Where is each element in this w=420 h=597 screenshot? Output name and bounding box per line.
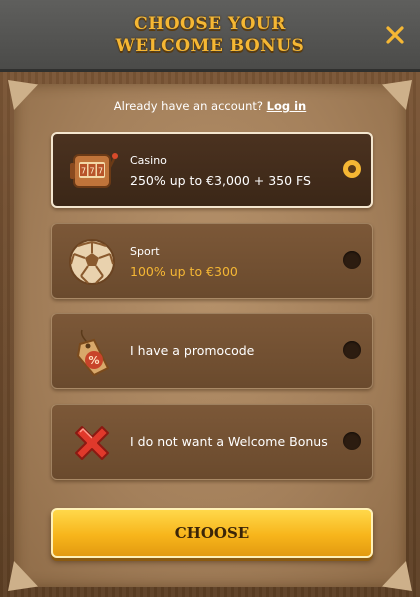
choose-button[interactable]: CHOOSE (51, 508, 373, 558)
login-prompt-text: Already have an account? (113, 99, 263, 113)
bonus-option-sport[interactable]: Sport 100% up to €300 (51, 223, 373, 299)
option-bonus-text: 250% up to €3,000 + 350 FS (130, 173, 311, 188)
svg-text:7: 7 (89, 167, 94, 176)
option-category-label: Sport (130, 245, 160, 258)
option-label: I have a promocode (130, 343, 255, 358)
radio-button-selected[interactable] (343, 160, 361, 178)
title-line-1: CHOOSE YOUR (134, 14, 286, 34)
slot-machine-icon: 7 7 7 (70, 153, 118, 188)
bonus-option-no-bonus[interactable]: I do not want a Welcome Bonus (51, 404, 373, 480)
radio-button[interactable] (343, 251, 361, 269)
radio-button[interactable] (343, 432, 361, 450)
option-bonus-text: 100% up to €300 (130, 264, 238, 279)
modal-title: CHOOSE YOUR WELCOME BONUS (60, 13, 360, 57)
login-prompt-line: Already have an account? Log in (0, 99, 420, 113)
price-tag-icon: % (76, 329, 110, 377)
bonus-option-casino[interactable]: 7 7 7 Casino 250% up to €3,000 + 350 FS (51, 132, 373, 208)
title-line-2: WELCOME BONUS (115, 36, 305, 56)
option-label: I do not want a Welcome Bonus (130, 434, 328, 449)
close-icon[interactable] (384, 24, 406, 46)
svg-text:%: % (88, 354, 99, 367)
soccer-ball-icon (69, 239, 115, 285)
svg-text:7: 7 (98, 167, 103, 176)
radio-button[interactable] (343, 341, 361, 359)
bonus-option-promocode[interactable]: % I have a promocode (51, 313, 373, 389)
modal-header: CHOOSE YOUR WELCOME BONUS (0, 0, 420, 72)
login-link[interactable]: Log in (267, 99, 307, 113)
option-category-label: Casino (130, 154, 167, 167)
red-cross-icon (75, 426, 109, 460)
svg-text:7: 7 (81, 167, 86, 176)
